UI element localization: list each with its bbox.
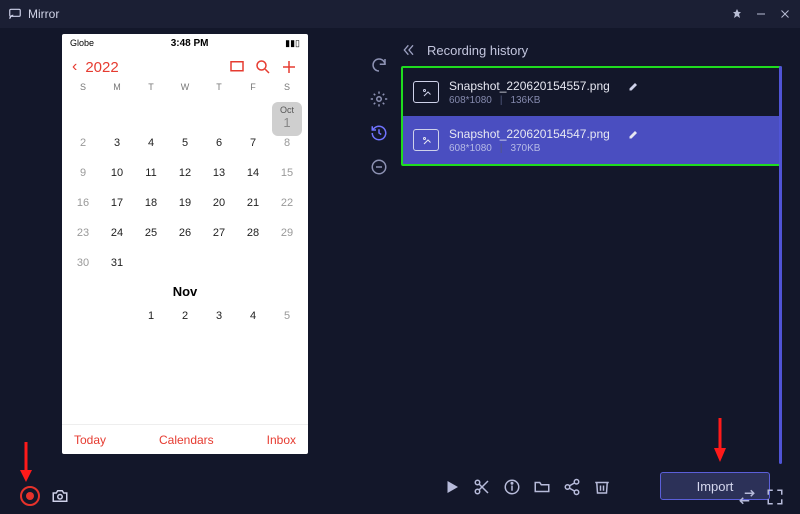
phone-statusbar: Globe 3:48 PM ▮▮▯ bbox=[62, 34, 308, 52]
share-icon[interactable] bbox=[563, 478, 581, 496]
record-button[interactable] bbox=[20, 486, 40, 506]
item-toolbar bbox=[443, 478, 611, 496]
minimize-button[interactable] bbox=[754, 7, 768, 21]
calendars-button[interactable]: Calendars bbox=[106, 433, 267, 447]
list-view-icon[interactable] bbox=[228, 58, 246, 76]
cast-icon bbox=[8, 7, 22, 21]
snapshot-button[interactable] bbox=[50, 487, 70, 505]
battery-icon: ▮▮▯ bbox=[285, 38, 300, 49]
history-item[interactable]: Snapshot_220620154557.png 608*1080|136KB bbox=[403, 68, 780, 116]
settings-icon[interactable] bbox=[370, 90, 388, 108]
inbox-button[interactable]: Inbox bbox=[267, 433, 296, 447]
annotation-arrow bbox=[18, 442, 34, 482]
history-list-highlight: Snapshot_220620154557.png 608*1080|136KB… bbox=[401, 66, 782, 166]
add-icon[interactable] bbox=[280, 58, 298, 76]
minus-circle-icon[interactable] bbox=[370, 158, 388, 176]
file-name: Snapshot_220620154547.png bbox=[449, 127, 610, 141]
refresh-icon[interactable] bbox=[370, 56, 388, 74]
delete-icon[interactable] bbox=[593, 478, 611, 496]
scrollbar[interactable] bbox=[779, 66, 782, 464]
info-icon[interactable] bbox=[503, 478, 521, 496]
cut-icon[interactable] bbox=[473, 478, 491, 496]
file-name: Snapshot_220620154557.png bbox=[449, 79, 610, 93]
edit-icon[interactable] bbox=[628, 80, 640, 92]
today-button[interactable]: Today bbox=[74, 433, 106, 447]
calendar-year[interactable]: 2022 bbox=[85, 59, 118, 76]
side-icon-column bbox=[363, 28, 395, 514]
phone-time: 3:48 PM bbox=[94, 38, 285, 49]
calendar-grid[interactable]: 2345678 9101112131415 16171819202122 232… bbox=[62, 98, 308, 331]
play-icon[interactable] bbox=[443, 478, 461, 496]
search-icon[interactable] bbox=[254, 58, 272, 76]
app-title: Mirror bbox=[28, 7, 730, 21]
history-icon[interactable] bbox=[370, 124, 388, 142]
history-item[interactable]: Snapshot_220620154547.png 608*1080|370KB bbox=[403, 116, 780, 164]
image-icon bbox=[413, 81, 439, 103]
back-icon[interactable]: ‹ bbox=[72, 58, 77, 76]
carrier-label: Globe bbox=[70, 38, 94, 48]
annotation-arrow bbox=[712, 418, 728, 462]
phone-footer: Today Calendars Inbox bbox=[62, 424, 308, 454]
image-icon bbox=[413, 129, 439, 151]
titlebar: Mirror bbox=[0, 0, 800, 28]
swap-icon[interactable] bbox=[738, 488, 756, 506]
phone-screen[interactable]: Globe 3:48 PM ▮▮▯ ‹ 2022 SMTWTFS Oct 1 bbox=[62, 34, 308, 454]
folder-icon[interactable] bbox=[533, 478, 551, 496]
close-button[interactable] bbox=[778, 7, 792, 21]
edit-icon[interactable] bbox=[628, 128, 640, 140]
fullscreen-icon[interactable] bbox=[766, 488, 784, 506]
panel-title: Recording history bbox=[427, 43, 528, 58]
collapse-icon[interactable] bbox=[401, 42, 417, 58]
day-of-week-header: SMTWTFS bbox=[62, 82, 308, 98]
mirror-viewport: Globe 3:48 PM ▮▮▯ ‹ 2022 SMTWTFS Oct 1 bbox=[0, 28, 363, 514]
pin-button[interactable] bbox=[730, 7, 744, 21]
month-label: Nov bbox=[66, 278, 304, 301]
